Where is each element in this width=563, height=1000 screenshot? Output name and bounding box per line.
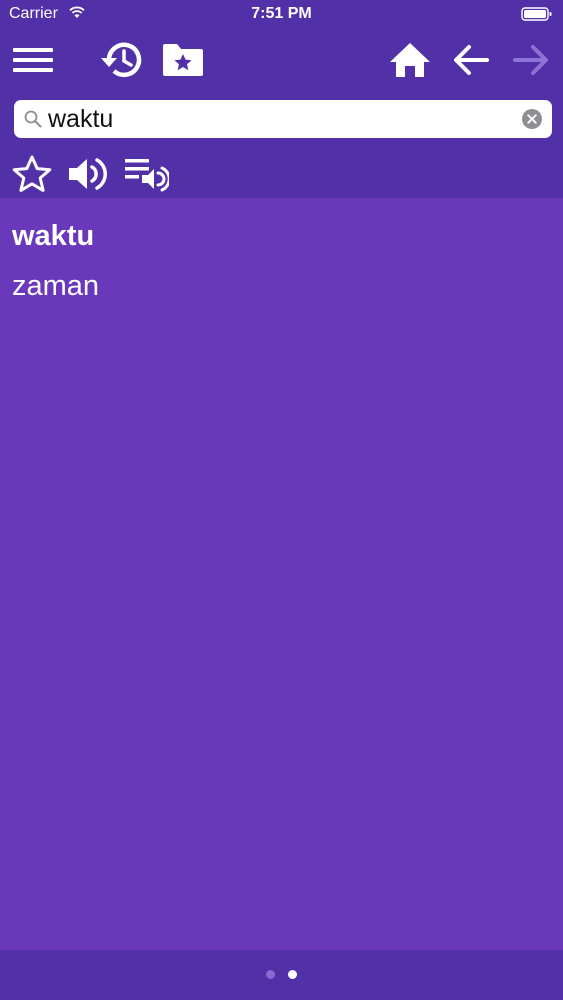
- entry-translation: zaman: [12, 270, 100, 302]
- toolbar: [0, 36, 563, 84]
- search-bar: [14, 100, 552, 138]
- history-button[interactable]: [98, 36, 146, 84]
- back-arrow-icon: [454, 45, 489, 75]
- app-header: Carrier 7:51 PM: [0, 0, 563, 198]
- home-button[interactable]: [386, 36, 434, 84]
- status-bar: Carrier 7:51 PM: [0, 0, 563, 28]
- battery-icon: [521, 7, 552, 21]
- search-icon: [24, 110, 42, 128]
- entry-content: waktu zaman: [0, 198, 563, 950]
- speaker-icon: [69, 158, 107, 190]
- back-button[interactable]: [447, 36, 495, 84]
- page-dot-1[interactable]: [266, 970, 275, 979]
- favorites-folder-icon: [163, 44, 203, 76]
- star-icon: [12, 155, 52, 192]
- search-input[interactable]: [48, 104, 518, 134]
- history-icon: [101, 42, 142, 77]
- playlist-audio-icon: [125, 159, 169, 192]
- clear-search-icon[interactable]: [522, 109, 542, 129]
- page-dot-2-active[interactable]: [288, 970, 297, 979]
- page-indicator: [0, 950, 563, 1000]
- favorite-button[interactable]: [9, 152, 55, 196]
- forward-button[interactable]: [507, 36, 555, 84]
- entry-actions: [0, 152, 563, 196]
- status-time: 7:51 PM: [251, 5, 312, 22]
- home-icon: [390, 43, 430, 77]
- favorites-folder-button[interactable]: [159, 36, 207, 84]
- menu-button[interactable]: [9, 36, 57, 84]
- pronounce-button[interactable]: [65, 152, 111, 196]
- forward-arrow-icon: [513, 45, 548, 75]
- menu-icon: [13, 48, 53, 72]
- speak-list-button[interactable]: [123, 152, 169, 196]
- entry-word: waktu: [12, 220, 95, 252]
